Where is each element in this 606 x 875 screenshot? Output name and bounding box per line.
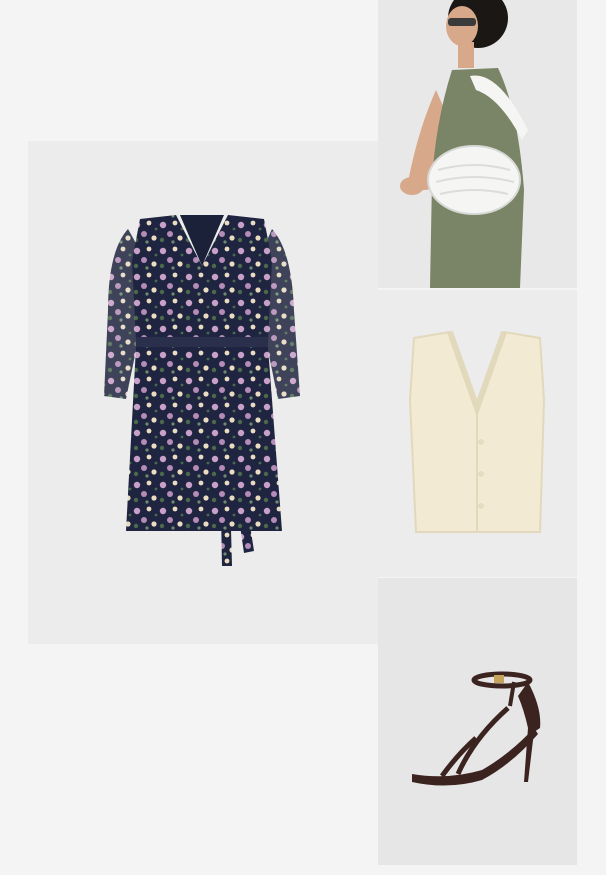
floral-dress-image bbox=[104, 215, 300, 566]
cream-knit-vest-image bbox=[378, 290, 577, 577]
strappy-heeled-sandal-image bbox=[378, 578, 577, 865]
sandal-product-tile[interactable] bbox=[378, 578, 577, 865]
model-with-white-bag-image bbox=[378, 0, 577, 288]
dress-product-tile[interactable] bbox=[28, 141, 378, 644]
bag-product-tile[interactable] bbox=[378, 0, 577, 288]
vest-product-tile[interactable] bbox=[378, 290, 577, 577]
